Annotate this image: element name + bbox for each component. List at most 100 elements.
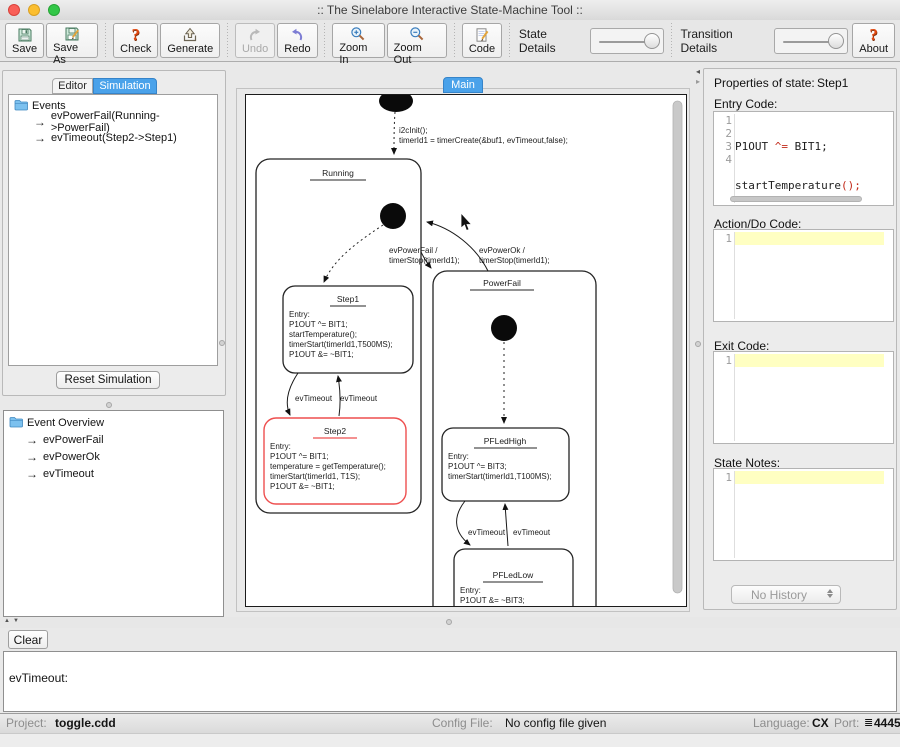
undo-label: Undo [242, 43, 268, 55]
entry-line: timerStart(timerId1,T500MS); [289, 340, 393, 349]
transition-label: evTimeout [468, 528, 506, 537]
overview-event-label: evTimeout [43, 468, 94, 480]
about-icon: ? [869, 26, 878, 43]
toolbar-separator [225, 23, 230, 58]
properties-state-name: Step1 [817, 76, 848, 90]
entry-line: temperature = getTemperature(); [270, 462, 386, 471]
console-output[interactable]: evTimeout: P1OUT ^= BIT1; temperature = … [3, 651, 897, 712]
exit-code-editor[interactable]: 1 [713, 351, 894, 444]
project-value: toggle.cdd [55, 714, 116, 733]
initial-transition[interactable] [394, 112, 395, 154]
language-label: Language: [753, 714, 810, 733]
undo-button[interactable]: Undo [235, 23, 275, 58]
window-bottom-edge [0, 733, 900, 747]
splitter-down-icon[interactable]: ▼ [13, 618, 19, 624]
overview-root-row[interactable]: Event Overview [4, 415, 223, 431]
overview-event-item[interactable]: → evPowerFail [4, 431, 223, 448]
save-as-button[interactable]: Save As [46, 23, 98, 58]
state-pfledlow[interactable]: PFLedLow Entry: P1OUT &= ~BIT3; [454, 549, 573, 606]
code-button[interactable]: Code [462, 23, 502, 58]
line-numbers: 1 2 3 4 [714, 114, 735, 203]
transition-arrow-icon: → [33, 131, 47, 145]
transition-label: evTimeout [295, 394, 333, 403]
state-notes-text[interactable] [735, 471, 892, 559]
action-do-code-text[interactable] [735, 232, 892, 320]
splitter-up-icon[interactable]: ▲ [4, 618, 10, 624]
tab-simulation[interactable]: Simulation [93, 78, 157, 94]
initial-state[interactable] [491, 315, 517, 341]
transition-arrow-icon: → [33, 115, 47, 129]
state-details-slider-knob[interactable] [644, 33, 660, 49]
code-label: Code [469, 43, 495, 55]
expand-right-panel-button[interactable]: ▸ [693, 77, 703, 86]
zoom-out-button[interactable]: Zoom Out [387, 23, 447, 58]
state-details-slider[interactable] [590, 28, 664, 54]
transition-details-label: Transition Details [680, 27, 768, 55]
event-transition-item[interactable]: → evPowerFail(Running->PowerFail) [9, 114, 217, 130]
tab-editor[interactable]: Editor [52, 78, 93, 94]
splitter-knob[interactable] [695, 341, 701, 347]
state-notes-editor[interactable]: 1 [713, 468, 894, 561]
zoom-out-label: Zoom Out [394, 42, 440, 66]
tab-main-diagram[interactable]: Main [443, 77, 483, 93]
entry-line: startTemperature(); [289, 330, 357, 339]
horizontal-scrollbar[interactable] [730, 196, 862, 202]
reset-simulation-button[interactable]: Reset Simulation [56, 371, 160, 389]
check-button[interactable]: ? Check [113, 23, 158, 58]
entry-line: P1OUT &= ~BIT3; [460, 596, 525, 605]
save-button[interactable]: Save [5, 23, 44, 58]
diagram-vertical-scrollbar[interactable] [673, 101, 682, 593]
clear-label: Clear [14, 633, 43, 647]
entry-line: timerStart(timerId1, T1S); [270, 472, 360, 481]
console-splitter[interactable]: ▲ ▼ [0, 617, 900, 628]
about-button[interactable]: ? About [852, 23, 895, 58]
initial-state[interactable] [380, 203, 406, 229]
splitter-knob[interactable] [219, 340, 225, 346]
splitter-knob[interactable] [446, 619, 452, 625]
entry-code-label: Entry Code: [714, 97, 777, 111]
transition-label: evPowerFail / [389, 246, 438, 255]
entry-code-editor[interactable]: 1 2 3 4 P1OUT ^= BIT1; startTemperature(… [713, 111, 894, 206]
check-label: Check [120, 43, 151, 55]
toolbar-separator [323, 23, 328, 58]
collapse-right-panel-button[interactable]: ◂ [693, 67, 703, 76]
diagram-canvas[interactable]: i2cInit(); timerId1 = timerCreate(&buf1,… [245, 94, 687, 607]
state-step2[interactable]: Step2 Entry: P1OUT ^= BIT1; temperature … [264, 418, 406, 504]
splitter-knob[interactable] [106, 402, 112, 408]
entry-code-text[interactable]: P1OUT ^= BIT1; startTemperature(); timer… [735, 114, 892, 204]
port-icon: ≣ [864, 714, 873, 733]
overview-event-item[interactable]: → evTimeout [4, 465, 223, 482]
transition-details-slider[interactable] [774, 28, 848, 54]
entry-line: Entry: [270, 442, 291, 451]
entry-line: P1OUT &= ~BIT1; [270, 482, 335, 491]
redo-label: Redo [284, 43, 310, 55]
overview-event-item[interactable]: → evPowerOk [4, 448, 223, 465]
status-bar: Project: toggle.cdd Config File: No conf… [0, 713, 900, 733]
zoom-in-button[interactable]: Zoom In [332, 23, 384, 58]
reset-simulation-label: Reset Simulation [65, 374, 152, 386]
save-label: Save [12, 43, 37, 55]
events-tree[interactable]: Events → evPowerFail(Running->PowerFail)… [8, 94, 218, 366]
event-overview-tree[interactable]: Event Overview → evPowerFail → evPowerOk… [3, 410, 224, 617]
history-dropdown[interactable]: No History [731, 585, 841, 604]
entry-line: P1OUT ^= BIT1; [270, 452, 329, 461]
toolbar: Save Save As ? Check Generate Undo [0, 20, 900, 62]
state-step1[interactable]: Step1 Entry: P1OUT ^= BIT1; startTempera… [283, 286, 413, 373]
initial-state[interactable] [379, 95, 413, 112]
exit-code-text[interactable] [735, 354, 892, 442]
tab-editor-label: Editor [58, 80, 87, 92]
transition-details-slider-knob[interactable] [828, 33, 844, 49]
clear-console-button[interactable]: Clear [8, 630, 48, 649]
redo-icon [289, 26, 305, 43]
redo-button[interactable]: Redo [277, 23, 317, 58]
event-arrow-icon: → [25, 433, 39, 447]
action-do-code-editor[interactable]: 1 [713, 229, 894, 322]
undo-icon [247, 26, 263, 43]
slider-track [599, 41, 651, 43]
state-pfledhigh[interactable]: PFLedHigh Entry: P1OUT ^= BIT3; timerSta… [442, 428, 569, 501]
line-numbers: 1 [714, 471, 735, 558]
port-value: 4445 [874, 714, 900, 733]
generate-button[interactable]: Generate [160, 23, 220, 58]
toolbar-separator [452, 23, 457, 58]
initial-transition[interactable] [324, 225, 383, 282]
